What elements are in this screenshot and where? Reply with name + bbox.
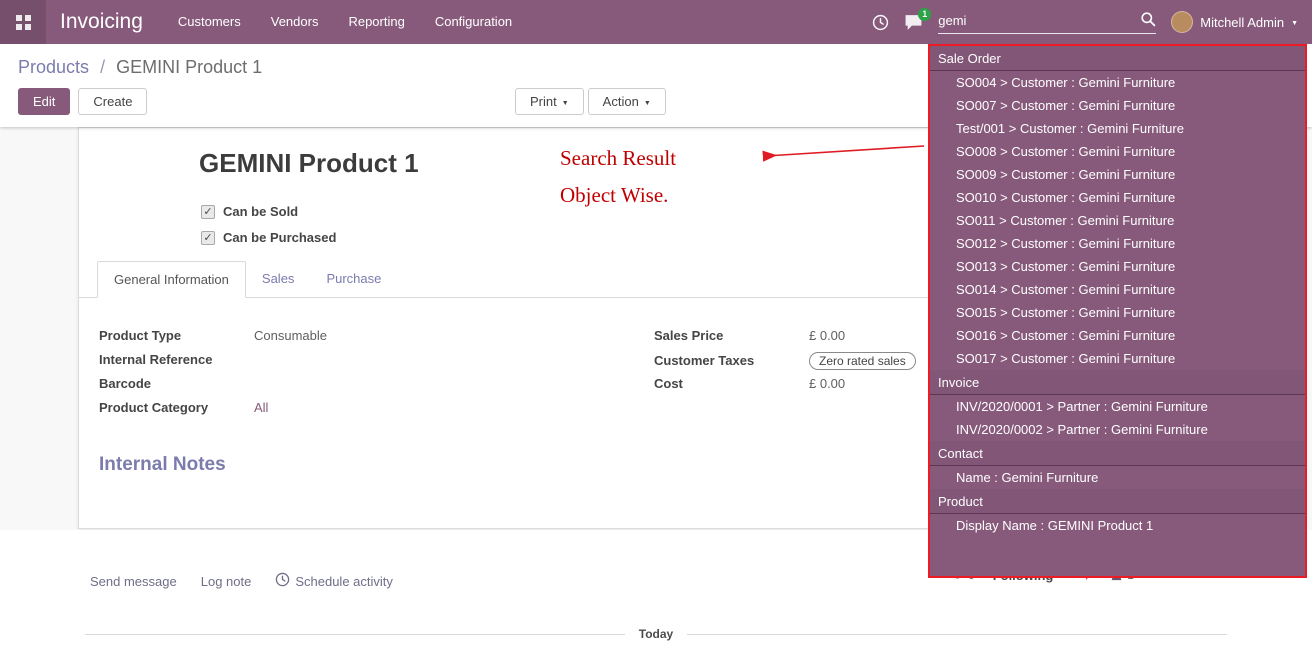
customer-taxes-badge: Zero rated sales: [809, 352, 916, 370]
search-result-item[interactable]: SO008 > Customer : Gemini Furniture: [930, 140, 1305, 163]
tab-purchase[interactable]: Purchase: [310, 261, 397, 297]
tab-sales[interactable]: Sales: [246, 261, 311, 297]
main-menu: Customers Vendors Reporting Configuratio…: [163, 0, 527, 44]
field-label: Product Category: [99, 400, 254, 415]
field-barcode: Barcode: [99, 376, 539, 395]
search-result-item[interactable]: SO015 > Customer : Gemini Furniture: [930, 301, 1305, 324]
app-title[interactable]: Invoicing: [46, 10, 163, 34]
search-result-item[interactable]: SO011 > Customer : Gemini Furniture: [930, 209, 1305, 232]
field-product-type: Product Type Consumable: [99, 328, 539, 347]
action-menu-button[interactable]: Action ▼: [588, 88, 666, 115]
print-menu-button[interactable]: Print ▼: [515, 88, 584, 115]
search-result-item[interactable]: SO004 > Customer : Gemini Furniture: [930, 71, 1305, 94]
navbar-systray: 1 Mitchell Admin ▼: [872, 11, 1312, 34]
search-group-sale-order: Sale Order: [930, 46, 1305, 71]
search-result-item[interactable]: SO014 > Customer : Gemini Furniture: [930, 278, 1305, 301]
search-input[interactable]: [938, 13, 1140, 28]
global-search: [938, 11, 1156, 34]
search-group-product: Product: [930, 489, 1305, 514]
menu-vendors[interactable]: Vendors: [256, 0, 334, 44]
annotation-arrow: [752, 138, 930, 166]
breadcrumb-separator: /: [100, 57, 105, 77]
search-result-item[interactable]: SO009 > Customer : Gemini Furniture: [930, 163, 1305, 186]
apps-menu-button[interactable]: [0, 0, 46, 44]
activities-clock-icon[interactable]: [872, 14, 889, 31]
menu-configuration[interactable]: Configuration: [420, 0, 527, 44]
create-button[interactable]: Create: [78, 88, 147, 115]
field-value: £ 0.00: [809, 376, 845, 391]
screen: Invoicing Customers Vendors Reporting Co…: [0, 0, 1312, 658]
top-navbar: Invoicing Customers Vendors Reporting Co…: [0, 0, 1312, 44]
send-message-button[interactable]: Send message: [90, 574, 177, 589]
search-group-contact: Contact: [930, 441, 1305, 466]
menu-reporting[interactable]: Reporting: [333, 0, 419, 44]
fields-left-column: Product Type Consumable Internal Referen…: [99, 328, 539, 424]
caret-down-icon: ▼: [562, 100, 569, 107]
annotation-line-2: Object Wise.: [560, 183, 676, 208]
field-label: Product Type: [99, 328, 254, 343]
field-label: Internal Reference: [99, 352, 254, 367]
can-be-purchased-checkbox[interactable]: ✓: [201, 231, 215, 245]
search-result-item[interactable]: INV/2020/0001 > Partner : Gemini Furnitu…: [930, 395, 1305, 418]
product-category-link[interactable]: All: [254, 400, 268, 415]
can-be-purchased-label: Can be Purchased: [223, 230, 336, 245]
search-result-item[interactable]: Name : Gemini Furniture: [930, 466, 1305, 489]
caret-down-icon: ▼: [1291, 20, 1298, 27]
chatter-buttons: Send message Log note Schedule activity: [90, 572, 393, 590]
schedule-activity-clock-icon: [275, 572, 290, 590]
divider-line: [85, 634, 625, 635]
can-be-sold-checkbox[interactable]: ✓: [201, 205, 215, 219]
breadcrumb-current: GEMINI Product 1: [116, 57, 262, 77]
form-buttons: Edit Create: [18, 88, 147, 115]
today-label: Today: [639, 627, 673, 641]
menu-customers[interactable]: Customers: [163, 0, 256, 44]
breadcrumb-products-link[interactable]: Products: [18, 57, 89, 77]
search-result-item[interactable]: SO017 > Customer : Gemini Furniture: [930, 347, 1305, 370]
field-label: Sales Price: [654, 328, 809, 343]
search-result-item[interactable]: SO012 > Customer : Gemini Furniture: [930, 232, 1305, 255]
action-menu-label: Action: [603, 94, 639, 109]
search-result-item[interactable]: INV/2020/0002 > Partner : Gemini Furnitu…: [930, 418, 1305, 441]
print-menu-label: Print: [530, 94, 557, 109]
field-product-category: Product Category All: [99, 400, 539, 419]
search-result-item[interactable]: Test/001 > Customer : Gemini Furniture: [930, 117, 1305, 140]
messages-badge: 1: [918, 8, 931, 21]
field-label: Customer Taxes: [654, 353, 809, 368]
search-result-item[interactable]: SO016 > Customer : Gemini Furniture: [930, 324, 1305, 347]
search-result-item[interactable]: SO007 > Customer : Gemini Furniture: [930, 94, 1305, 117]
can-be-sold-row: ✓ Can be Sold: [201, 204, 298, 219]
user-menu[interactable]: Mitchell Admin ▼: [1171, 11, 1298, 33]
tab-general-information[interactable]: General Information: [97, 261, 246, 298]
edit-button[interactable]: Edit: [18, 88, 70, 115]
schedule-activity-button[interactable]: Schedule activity: [275, 572, 393, 590]
user-name: Mitchell Admin: [1200, 15, 1284, 30]
search-result-item[interactable]: SO013 > Customer : Gemini Furniture: [930, 255, 1305, 278]
field-label: Cost: [654, 376, 809, 391]
annotation-line-1: Search Result: [560, 146, 676, 171]
field-value: £ 0.00: [809, 328, 845, 343]
caret-down-icon: ▼: [644, 100, 651, 107]
internal-notes-heading: Internal Notes: [99, 454, 226, 476]
search-result-item[interactable]: SO010 > Customer : Gemini Furniture: [930, 186, 1305, 209]
divider-line: [687, 634, 1227, 635]
field-value: Consumable: [254, 328, 327, 343]
search-group-invoice: Invoice: [930, 370, 1305, 395]
can-be-sold-label: Can be Sold: [223, 204, 298, 219]
search-result-item[interactable]: Display Name : GEMINI Product 1: [930, 514, 1305, 537]
search-results-dropdown: Sale Order SO004 > Customer : Gemini Fur…: [928, 44, 1307, 578]
field-internal-reference: Internal Reference: [99, 352, 539, 371]
can-be-purchased-row: ✓ Can be Purchased: [201, 230, 336, 245]
today-divider: Today: [85, 627, 1227, 641]
log-note-button[interactable]: Log note: [201, 574, 252, 589]
field-label: Barcode: [99, 376, 254, 391]
apps-grid-icon: [16, 15, 31, 30]
avatar: [1171, 11, 1193, 33]
breadcrumb: Products / GEMINI Product 1: [18, 57, 262, 78]
annotation-note: Search Result Object Wise.: [560, 146, 676, 220]
product-title: GEMINI Product 1: [199, 148, 419, 179]
form-action-menus: Print ▼ Action ▼: [515, 88, 666, 115]
search-icon[interactable]: [1140, 11, 1156, 30]
schedule-activity-label: Schedule activity: [295, 574, 393, 589]
messages-icon[interactable]: 1: [904, 14, 923, 31]
